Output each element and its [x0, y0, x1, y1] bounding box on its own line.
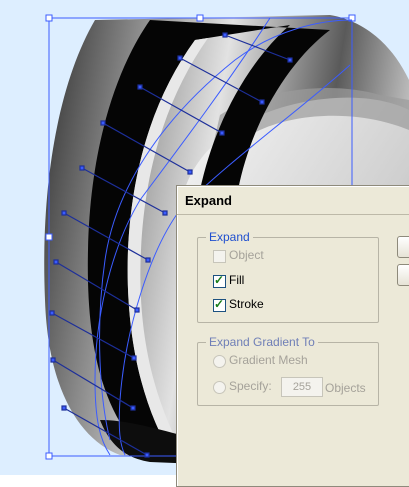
object-checkbox[interactable] [213, 250, 226, 263]
expand-gradient-legend: Expand Gradient To [206, 335, 318, 349]
stroke-checkbox[interactable]: ✓ [213, 297, 226, 312]
expand-dialog: Expand Expand Object ✓ Fill ✓ Stroke Exp… [176, 185, 409, 487]
dialog-title: Expand [185, 193, 232, 208]
fill-checkbox[interactable]: ✓ [213, 273, 226, 288]
checkmark-icon: ✓ [214, 297, 225, 311]
stroke-label: Stroke [229, 297, 264, 311]
fill-label: Fill [229, 273, 245, 287]
object-label: Object [229, 248, 264, 262]
specify-label: Specify: [229, 379, 272, 393]
specify-radio[interactable] [213, 381, 226, 394]
expand-group-legend: Expand [206, 230, 253, 244]
objects-label: Objects [325, 381, 366, 395]
specify-count-input[interactable]: 255 [281, 377, 323, 397]
gradient-mesh-radio[interactable] [213, 355, 226, 368]
gradient-mesh-label: Gradient Mesh [229, 353, 308, 367]
cancel-button[interactable] [397, 264, 409, 286]
ok-button[interactable] [397, 236, 409, 258]
expand-group: Expand Object ✓ Fill ✓ Stroke [197, 230, 379, 323]
dialog-titlebar[interactable]: Expand [177, 186, 409, 215]
checkmark-icon: ✓ [214, 273, 225, 287]
expand-gradient-group: Expand Gradient To Gradient Mesh Specify… [197, 335, 379, 406]
